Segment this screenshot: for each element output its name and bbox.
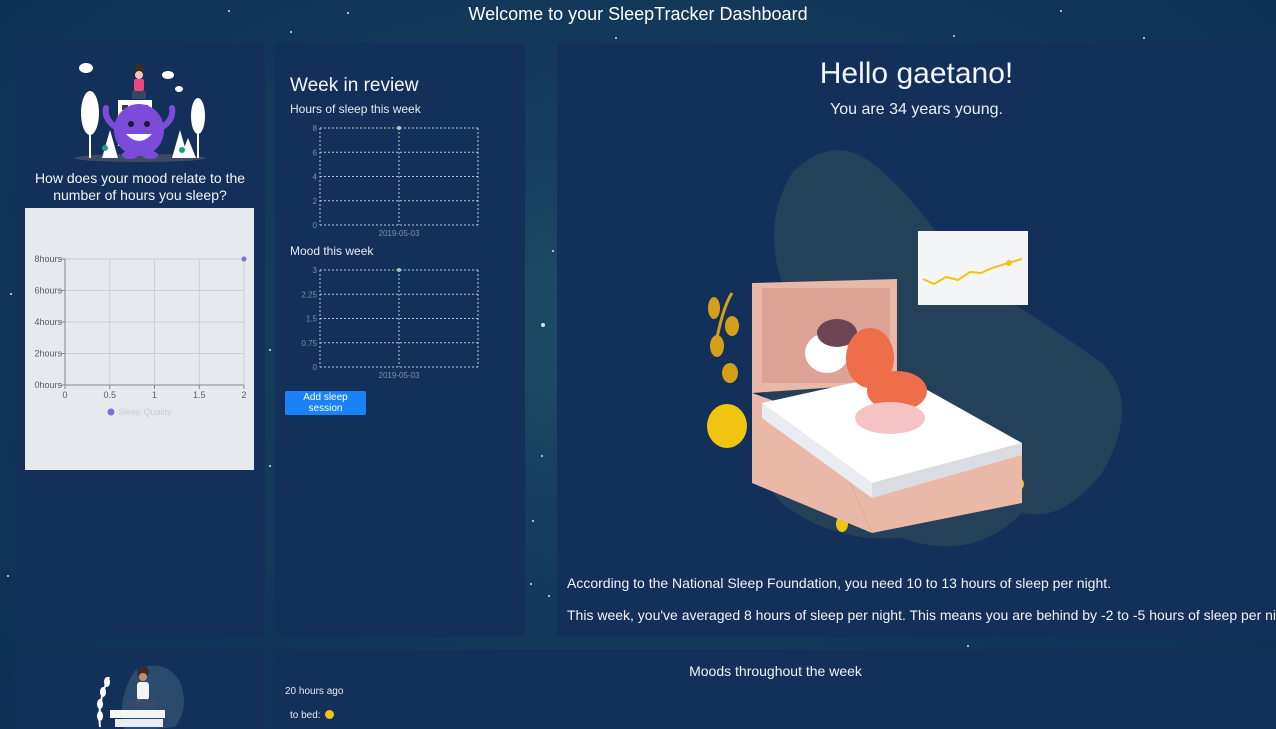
profile-panel: Hello gaetano! You are 34 years young. A…	[557, 43, 1276, 637]
sleeping-woman-illustration	[707, 150, 1122, 547]
x-tick-label: 0.5	[103, 390, 116, 400]
bottom-left-panel	[15, 650, 265, 729]
x-tick-label: 2	[241, 390, 246, 400]
page-title: Welcome to your SleepTracker Dashboard	[468, 4, 808, 24]
add-sleep-session-button[interactable]: Add sleep session	[285, 391, 366, 415]
y-tick-label: 4	[313, 173, 318, 182]
age-text: You are 34 years young.	[830, 101, 1003, 118]
entry-time: 20 hours ago	[285, 686, 344, 697]
mood-hours-chart: 0hours 2hours 4hours 6hours 8hours 0 0.5 1 1.5 2 S…	[25, 208, 254, 470]
y-tick-label: 0	[313, 221, 318, 230]
x-tick-label: 0	[62, 390, 67, 400]
y-tick-label: 0	[313, 363, 318, 372]
y-tick-label: 8	[313, 124, 318, 133]
hours-chart-label: Hours of sleep this week	[290, 102, 421, 116]
mood-question: How does your mood relate to the number …	[34, 170, 246, 203]
y-tick-label: 6hours	[34, 286, 62, 296]
y-tick-label: 2.25	[301, 290, 317, 299]
y-tick-label: 8hours	[34, 254, 62, 264]
mood-relation-panel: How does your mood relate to the number …	[15, 43, 265, 637]
x-tick-label: 2019-05-03	[379, 229, 420, 238]
week-review-panel: Week in review Hours of sleep this week …	[275, 43, 525, 637]
data-point	[397, 126, 401, 130]
y-tick-label: 2hours	[34, 349, 62, 359]
y-tick-label: 0.75	[301, 339, 317, 348]
moods-week-panel: Moods throughout the week 20 hours ago t…	[275, 650, 1276, 729]
mood-chart-label: Mood this week	[290, 244, 374, 258]
x-tick-label: 1.5	[193, 390, 206, 400]
data-point	[397, 268, 401, 272]
y-tick-label: 3	[313, 266, 318, 275]
hours-chart: 0 2 4 6 8 2019-05-03	[313, 124, 479, 238]
greeting: Hello gaetano!	[819, 57, 1014, 90]
legend-label: Sleep Quality	[118, 407, 172, 417]
y-tick-label: 1.5	[306, 315, 318, 324]
to-bed-label: to bed:	[290, 710, 321, 721]
y-tick-label: 2	[313, 197, 318, 206]
average-text: This week, you've averaged 8 hours of sl…	[567, 607, 1276, 623]
y-tick-label: 4hours	[34, 317, 62, 327]
reading-woman-illustration	[97, 665, 184, 729]
mood-week-chart: 0 0.75 1.5 2.25 3 2019-05-03	[301, 266, 479, 380]
recommendation-text: According to the National Sleep Foundati…	[567, 575, 1112, 591]
to-bed-row: to bed:	[290, 710, 335, 721]
meditating-character-illustration	[74, 63, 206, 162]
moods-title: Moods throughout the week	[689, 663, 862, 679]
y-tick-label: 6	[313, 148, 318, 157]
sleepy-face-icon	[325, 710, 335, 719]
x-tick-label: 2019-05-03	[379, 371, 420, 380]
data-point	[241, 256, 247, 262]
y-tick-label: 0hours	[34, 380, 62, 390]
x-tick-label: 1	[152, 390, 157, 400]
mood-hours-svg: 0hours 2hours 4hours 6hours 8hours 0 0.5 1 1.5 2 S…	[34, 254, 247, 417]
week-review-title: Week in review	[290, 75, 419, 96]
legend-marker	[107, 408, 115, 416]
